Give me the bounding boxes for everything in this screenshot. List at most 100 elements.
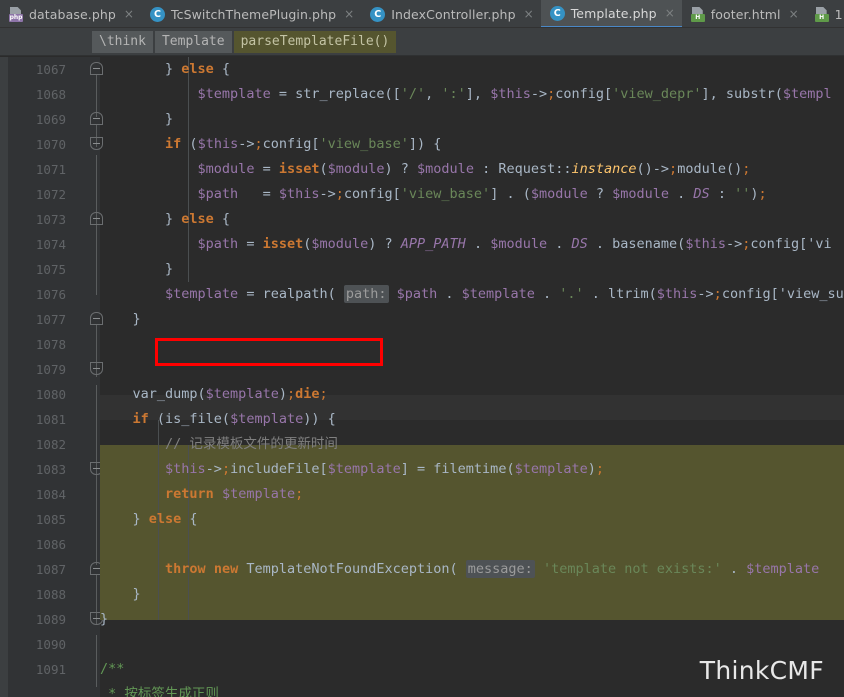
- line-number: 1089: [35, 612, 66, 627]
- tab-label: IndexController.php: [391, 6, 516, 22]
- line-number: 1076: [35, 287, 66, 302]
- code-text: /**: [100, 661, 125, 677]
- code-line-1070[interactable]: if ($this->;config['view_base']) {: [100, 132, 844, 157]
- code-line-1067[interactable]: } else {: [100, 57, 844, 82]
- code-text: }: [100, 261, 174, 277]
- code-line-closebrace-1087[interactable]: }: [100, 607, 844, 632]
- line-number: 1082: [35, 437, 66, 452]
- tool-window-stripe[interactable]: Project: [0, 57, 50, 697]
- line-number: 1091: [35, 662, 66, 677]
- line-number: 1081: [35, 412, 66, 427]
- line-number: 1068: [35, 87, 66, 102]
- close-icon[interactable]: ×: [789, 8, 799, 20]
- watermark-thinkcmf: ThinkCMF: [699, 656, 824, 685]
- code-line-includefile[interactable]: $this->;includeFile[$template] = filemti…: [100, 457, 844, 482]
- code-text: var_dump($template);die;: [100, 386, 328, 402]
- code-text: } else {: [100, 61, 231, 77]
- editor-tab-footer-html[interactable]: H footer.html ×: [682, 0, 806, 27]
- code-line-blank-1088[interactable]: [100, 632, 844, 657]
- line-number: 1079: [35, 362, 66, 377]
- line-number: 1080: [35, 387, 66, 402]
- code-line-1072[interactable]: $path = $this->;config['view_base'] . ($…: [100, 182, 844, 207]
- code-line-blank-1084[interactable]: [100, 532, 844, 557]
- editor-gutter[interactable]: 1067 1068 1069 1070 1071 1072 1073 1074 …: [8, 57, 103, 697]
- line-number: 1084: [35, 487, 66, 502]
- line-number: 1071: [35, 162, 66, 177]
- tab-label: Template.php: [570, 5, 657, 21]
- editor-tab-tcswitchthemeplugin-php[interactable]: C TcSwitchThemePlugin.php ×: [141, 0, 361, 27]
- code-line-closebrace-1086[interactable]: }: [100, 582, 844, 607]
- code-editor[interactable]: Project 1067 1068 1069 1070 1071 1072 10…: [0, 57, 844, 697]
- code-text: // 记录模板文件的更新时间: [100, 436, 338, 452]
- code-text: }: [100, 111, 174, 127]
- editor-tab-bar: php database.php × C TcSwitchThemePlugin…: [0, 0, 844, 28]
- code-line-throw[interactable]: throw new TemplateNotFoundException( mes…: [100, 557, 844, 582]
- code-line-else[interactable]: } else {: [100, 507, 844, 532]
- close-icon[interactable]: ×: [344, 8, 354, 20]
- code-line-1076[interactable]: $template = realpath( path: $path . $tem…: [100, 282, 844, 307]
- code-text: } else {: [100, 511, 198, 527]
- code-text: $template = str_replace(['/', ':'], $thi…: [197, 86, 832, 102]
- code-line-1075[interactable]: }: [100, 257, 844, 282]
- line-number: 1087: [35, 562, 66, 577]
- line-number: 1070: [35, 137, 66, 152]
- editor-tab-indexcontroller-php[interactable]: C IndexController.php ×: [361, 0, 540, 27]
- line-number: 1077: [35, 312, 66, 327]
- code-text: } else {: [100, 211, 231, 227]
- code-text: $path = $this->;config['view_base'] . ($…: [197, 186, 767, 202]
- code-text: $template = realpath( path: $path . $tem…: [165, 285, 844, 303]
- line-number: 1086: [35, 537, 66, 552]
- line-number: 1088: [35, 587, 66, 602]
- code-text: $module = isset($module) ? $module : Req…: [197, 161, 751, 177]
- code-content[interactable]: } else { $template = str_replace(['/', '…: [100, 57, 844, 697]
- code-text: if (is_file($template)) {: [132, 411, 336, 427]
- code-line-comment-cn[interactable]: // 记录模板文件的更新时间: [100, 432, 844, 457]
- tab-label: 112.: [834, 6, 844, 22]
- tab-label: TcSwitchThemePlugin.php: [170, 6, 337, 22]
- breadcrumb-item-method[interactable]: parseTemplateFile(): [233, 30, 397, 53]
- line-number: 1072: [35, 187, 66, 202]
- line-number: 1067: [35, 62, 66, 77]
- code-line-1079-blank[interactable]: [100, 357, 844, 382]
- line-number: 1078: [35, 337, 66, 352]
- close-icon[interactable]: ×: [524, 8, 534, 20]
- breadcrumb: \think Template parseTemplateFile(): [0, 28, 844, 56]
- close-icon[interactable]: ×: [665, 7, 675, 19]
- ide-window: php database.php × C TcSwitchThemePlugin…: [0, 0, 844, 697]
- tab-label: footer.html: [710, 6, 781, 22]
- code-text: return $template;: [165, 486, 304, 502]
- close-icon[interactable]: ×: [124, 8, 134, 20]
- code-text: if ($this->;config['view_base']) {: [165, 136, 442, 152]
- code-line-1077[interactable]: }: [100, 307, 844, 332]
- line-number: 1085: [35, 512, 66, 527]
- editor-tab-database-php[interactable]: php database.php ×: [0, 0, 141, 27]
- editor-tab-112[interactable]: H 112.: [806, 0, 844, 27]
- breadcrumb-item-class[interactable]: Template: [154, 30, 232, 53]
- code-line-1074[interactable]: $path = isset($module) ? APP_PATH . $mod…: [100, 232, 844, 257]
- code-line-isfile[interactable]: if (is_file($template)) {: [100, 407, 844, 432]
- line-number: 1074: [35, 237, 66, 252]
- code-line-1068[interactable]: $template = str_replace(['/', ':'], $thi…: [100, 82, 844, 107]
- php-class-icon: C: [149, 6, 165, 22]
- php-file-icon: php: [9, 6, 23, 22]
- code-line-1078[interactable]: [100, 332, 844, 357]
- code-line-vardump[interactable]: var_dump($template);die;: [100, 382, 844, 407]
- code-text: $this->;includeFile[$template] = filemti…: [165, 461, 605, 477]
- line-number: 1083: [35, 462, 66, 477]
- code-line-1071[interactable]: $module = isset($module) ? $module : Req…: [100, 157, 844, 182]
- php-class-icon: C: [549, 5, 565, 21]
- editor-tab-template-php[interactable]: C Template.php ×: [540, 0, 682, 27]
- code-text: $path = isset($module) ? APP_PATH . $mod…: [197, 236, 832, 252]
- code-line-return[interactable]: return $template;: [100, 482, 844, 507]
- code-text: }: [100, 586, 141, 602]
- html-file-icon: H: [690, 6, 705, 22]
- code-line-1073[interactable]: } else {: [100, 207, 844, 232]
- breadcrumb-item-namespace[interactable]: \think: [92, 30, 153, 53]
- line-number: 1073: [35, 212, 66, 227]
- code-line-1069[interactable]: }: [100, 107, 844, 132]
- line-number: 1075: [35, 262, 66, 277]
- code-text: * 按标签生成正则: [100, 686, 219, 697]
- code-text: }: [100, 311, 141, 327]
- tab-label: database.php: [29, 6, 116, 22]
- html-file-icon: H: [814, 6, 829, 22]
